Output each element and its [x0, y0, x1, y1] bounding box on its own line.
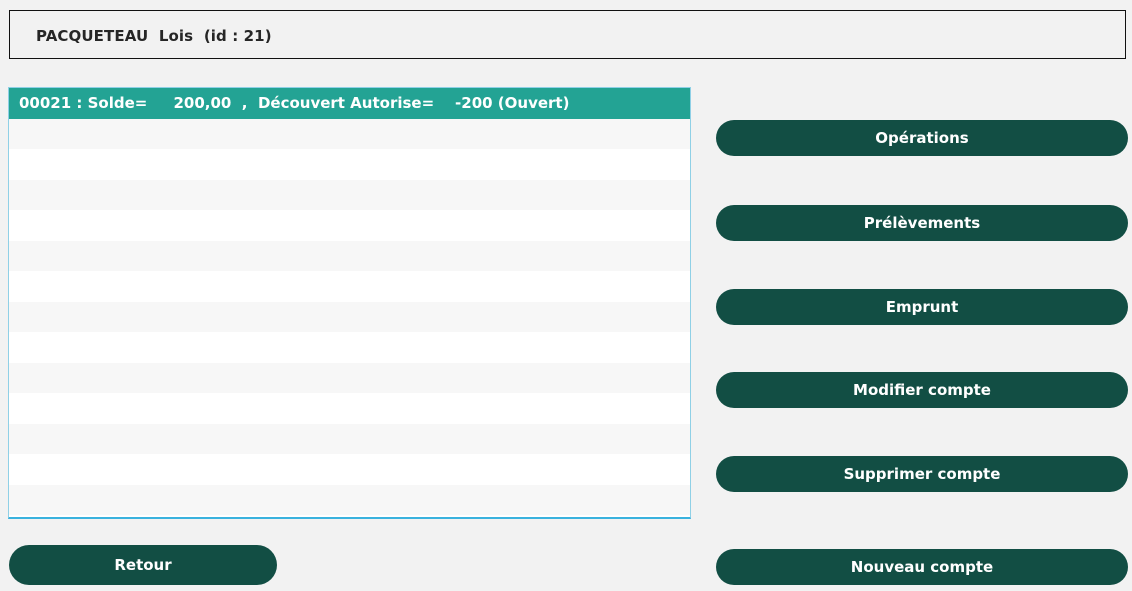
account-row-selected[interactable]: 00021 : Solde= 200,00 , Découvert Autori… [9, 88, 690, 119]
empty-list-row [9, 210, 690, 241]
prelevements-button[interactable]: Prélèvements [716, 205, 1128, 241]
empty-list-row [9, 332, 690, 363]
modifier-compte-button[interactable]: Modifier compte [716, 372, 1128, 408]
nouveau-compte-button[interactable]: Nouveau compte [716, 549, 1128, 585]
client-header: PACQUETEAU Lois (id : 21) [9, 10, 1126, 59]
empty-list-row [9, 423, 690, 454]
empty-list-row [9, 484, 690, 515]
empty-list-row [9, 149, 690, 180]
operations-button[interactable]: Opérations [716, 120, 1128, 156]
empty-list-row [9, 179, 690, 210]
supprimer-compte-button[interactable]: Supprimer compte [716, 456, 1128, 492]
empty-list-row [9, 362, 690, 393]
account-list[interactable]: 00021 : Solde= 200,00 , Découvert Autori… [8, 87, 691, 519]
empty-list-row [9, 454, 690, 485]
empty-list-row [9, 240, 690, 271]
client-name-title: PACQUETEAU Lois (id : 21) [36, 27, 272, 45]
empty-list-row [9, 301, 690, 332]
emprunt-button[interactable]: Emprunt [716, 289, 1128, 325]
empty-list-row [9, 118, 690, 149]
empty-list-row [9, 271, 690, 302]
retour-button[interactable]: Retour [9, 545, 277, 585]
empty-list-row [9, 393, 690, 424]
